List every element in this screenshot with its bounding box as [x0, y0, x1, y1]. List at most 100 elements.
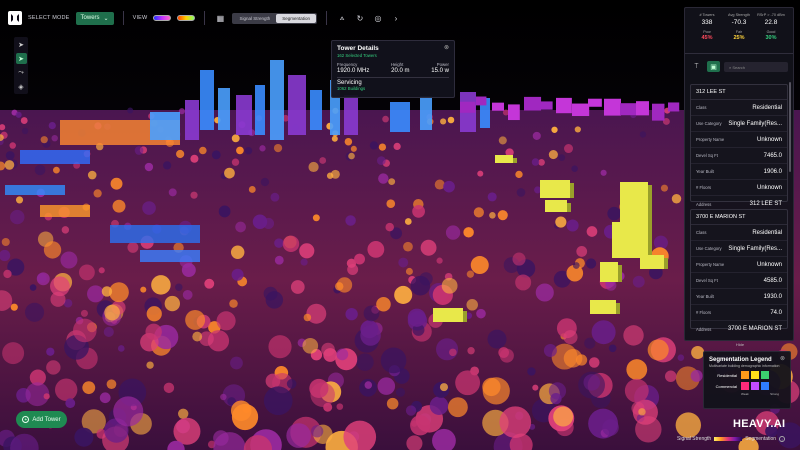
tree-canopy-mark [350, 145, 357, 152]
tree-canopy-mark [405, 405, 417, 416]
info-icon[interactable]: i [779, 436, 786, 442]
tree-canopy-mark [175, 283, 183, 292]
measure-icon[interactable]: ⟑ [336, 12, 348, 24]
tree-canopy-mark [103, 326, 114, 338]
tree-canopy-mark [498, 347, 510, 358]
tree-canopy-mark [321, 342, 335, 357]
parcel-mark [40, 205, 90, 217]
tree-canopy-mark [190, 154, 199, 163]
refresh-icon[interactable]: ↻ [354, 12, 366, 24]
view-option-signal-strength[interactable]: Signal Strength [233, 14, 276, 23]
tower-details-title: Tower Details [337, 45, 379, 52]
tree-canopy-mark [386, 199, 396, 209]
field-value: Unknown [756, 261, 782, 268]
building-card[interactable]: 312 LEE ST Class Residential Use Category… [690, 84, 788, 207]
panel-scrollbar[interactable] [789, 82, 791, 172]
tree-canopy-mark [146, 306, 162, 322]
table-row: # Floors 74.0 [691, 305, 787, 321]
segmentation-palette-swatch[interactable] [177, 15, 196, 21]
parcel-mark [140, 250, 200, 262]
tree-canopy-mark [15, 196, 24, 204]
select-mode-label: SELECT MODE [28, 15, 70, 21]
segmented-building-mark [640, 255, 664, 269]
segmented-building-mark [612, 222, 648, 258]
segmented-building-mark [495, 155, 513, 163]
building-card[interactable]: 3700 E MARION ST Class Residential Use Ca… [690, 209, 788, 332]
add-tower-button[interactable]: + Add Tower [16, 411, 67, 428]
horizon-building-mark [652, 103, 665, 121]
tree-canopy-mark [489, 212, 496, 219]
view-option-segmentation[interactable]: Segmentation [276, 13, 316, 23]
tree-canopy-mark [512, 252, 526, 266]
tree-canopy-mark [230, 356, 243, 370]
building-card-header: 3700 E MARION ST [691, 210, 787, 225]
field-value: 312 LEE ST [749, 201, 782, 207]
tree-canopy-mark [354, 253, 365, 265]
cube-icon[interactable]: ◈ [16, 81, 27, 92]
tree-canopy-mark [185, 309, 206, 330]
reset-view-icon[interactable]: ◎ [372, 12, 384, 24]
close-icon[interactable]: ⊗ [780, 355, 785, 362]
tree-canopy-mark [286, 379, 297, 389]
field-label: # Floors [696, 185, 712, 190]
close-icon[interactable]: ⊗ [444, 44, 449, 51]
tree-canopy-mark [164, 295, 180, 312]
tower-icon[interactable]: ⟙ [690, 61, 703, 72]
tree-canopy-mark [588, 357, 600, 368]
tree-canopy-mark [326, 172, 334, 179]
stat-label: Avg Strength [728, 13, 750, 17]
tree-canopy-mark [410, 275, 431, 296]
chevron-right-icon[interactable]: › [390, 12, 402, 24]
segmentation-legend: ⊗ Segmentation Legend Multivariate build… [703, 351, 791, 409]
tree-canopy-mark [363, 305, 380, 322]
legend-cell [751, 371, 759, 379]
search-input[interactable]: ⌕ Search [724, 61, 788, 72]
field-label: Class [696, 105, 707, 110]
tree-canopy-mark [532, 384, 539, 391]
select-arrow-icon[interactable]: ➤ [15, 53, 27, 64]
pointer-icon[interactable]: ➤ [16, 39, 27, 50]
app-root: SELECT MODE Towers ⌄ VIEW ▦ Signal Stren… [0, 0, 800, 450]
tree-canopy-mark [229, 299, 238, 308]
skyline-building-mark [200, 70, 214, 130]
table-row: Class Residential [691, 100, 787, 116]
tree-canopy-mark [20, 117, 28, 125]
field-label: # Floors [696, 310, 712, 315]
tree-canopy-mark [626, 359, 648, 380]
tree-canopy-mark [43, 241, 62, 259]
tree-canopy-mark [532, 131, 541, 140]
tree-canopy-mark [377, 377, 396, 395]
tree-canopy-mark [98, 267, 105, 274]
table-row: Use Category Single Family(Res... [691, 241, 787, 257]
tree-canopy-mark [60, 251, 78, 269]
tree-canopy-mark [302, 337, 319, 354]
field-label: Year Built [696, 294, 714, 299]
building-icon[interactable]: ▣ [707, 61, 720, 72]
tree-canopy-mark [72, 318, 97, 343]
mode-dropdown[interactable]: Towers ⌄ [75, 11, 114, 25]
tree-canopy-mark [376, 296, 391, 312]
buildings-icon[interactable]: ▦ [214, 12, 226, 24]
segmented-building-side-mark [648, 185, 652, 228]
tree-canopy-mark [571, 165, 578, 172]
tree-canopy-mark [87, 285, 105, 303]
tree-canopy-mark [677, 354, 685, 361]
servicing-buildings: 1062 Buildings [337, 86, 366, 91]
tree-canopy-mark [2, 342, 25, 365]
segmented-building-side-mark [618, 265, 622, 282]
tree-canopy-mark [290, 280, 305, 294]
skyline-building-mark [420, 96, 432, 130]
tree-canopy-mark [356, 353, 374, 371]
tree-canopy-mark [211, 150, 221, 160]
tree-canopy-mark [244, 147, 253, 155]
horizon-building-mark [668, 102, 680, 112]
tree-canopy-mark [300, 258, 308, 266]
hide-panel-button[interactable]: Hide [685, 342, 795, 347]
lasso-select-icon[interactable]: ⤳ [16, 67, 27, 78]
segmented-building-side-mark [648, 225, 652, 258]
table-row: Address 3700 E MARION ST [691, 321, 787, 337]
signal-palette-swatch[interactable] [153, 15, 172, 21]
tree-canopy-mark [268, 335, 292, 359]
tree-canopy-mark [466, 270, 475, 278]
tree-canopy-mark [93, 189, 102, 198]
